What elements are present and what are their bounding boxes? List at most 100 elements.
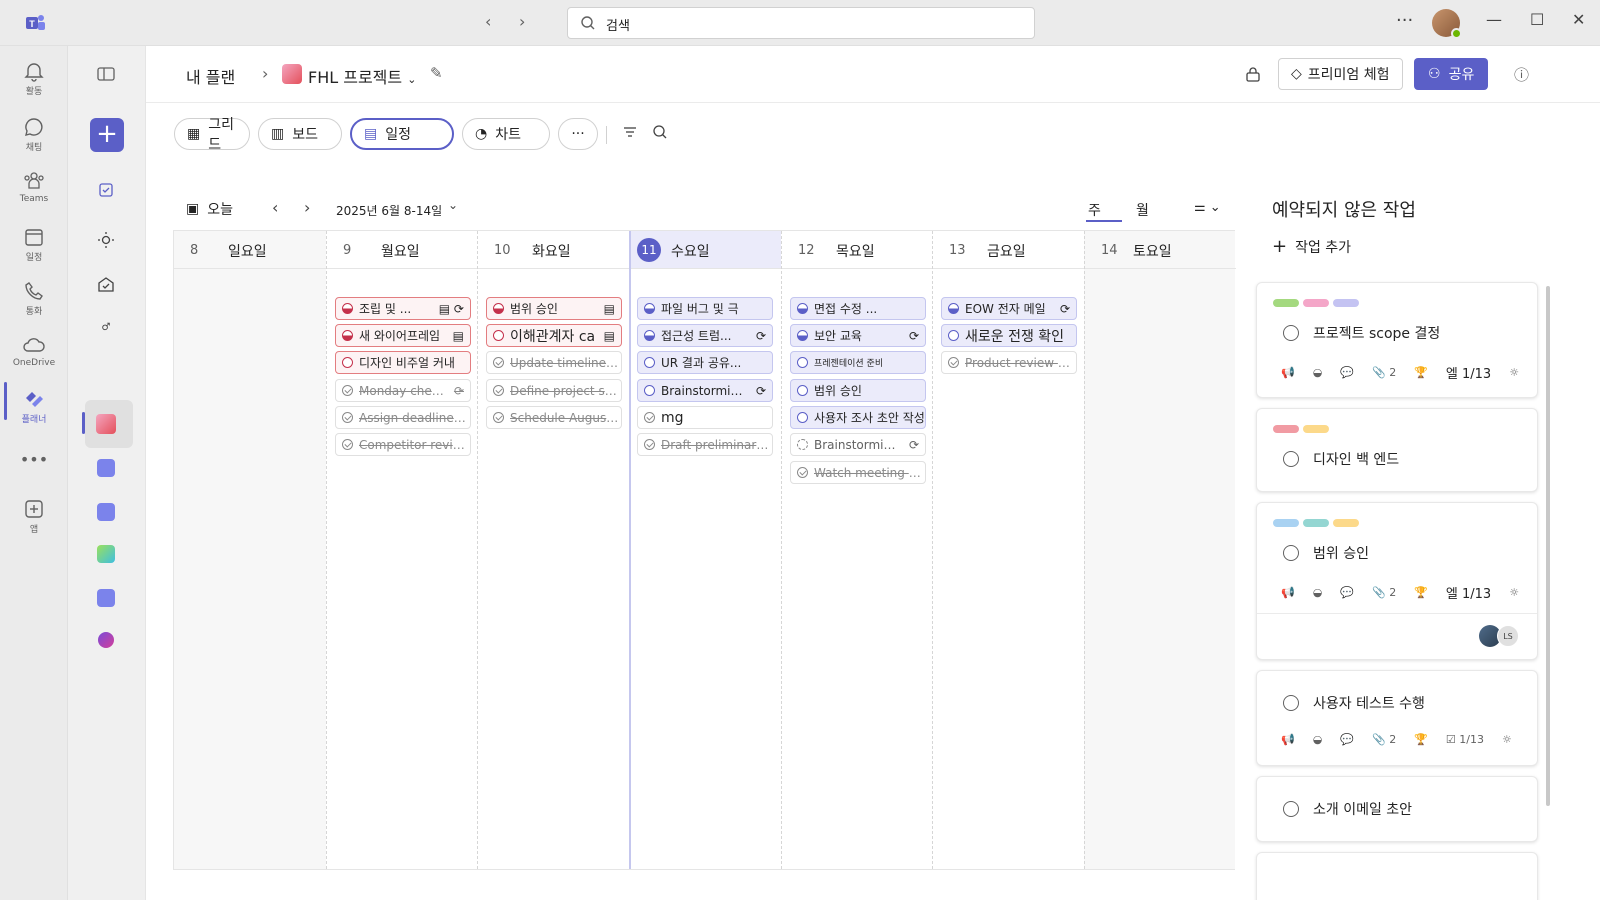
rail-apps[interactable]: 앱 — [0, 492, 68, 548]
rail-planner[interactable]: 플래너 — [0, 382, 68, 438]
plan-table-icon[interactable] — [90, 496, 122, 528]
collapse-panel-icon[interactable] — [90, 58, 122, 90]
task-card-unscheduled-partial[interactable] — [1256, 852, 1538, 900]
my-plans-icon[interactable]: ♂ — [90, 310, 122, 342]
today-button[interactable]: 오늘 — [207, 199, 233, 219]
task-title: Draft preliminary s... — [661, 437, 772, 452]
sun-icon[interactable] — [90, 224, 122, 256]
card-meta: 📢 ◒ 💬 📎 2 🏆 엘 1/13 ☼ — [1281, 363, 1519, 382]
task-card[interactable]: Competitor review... — [335, 433, 471, 456]
task-card[interactable]: 새 와이어프레임 ▤ — [335, 324, 471, 347]
my-day-icon[interactable] — [90, 174, 122, 206]
task-title: UR 결과 공유... — [661, 356, 742, 370]
copilot-icon[interactable] — [90, 624, 122, 656]
panel-scrollbar[interactable] — [1546, 286, 1550, 806]
plan-table-icon[interactable] — [90, 582, 122, 614]
task-card[interactable]: 새로운 전쟁 확인 — [941, 324, 1077, 347]
task-card[interactable]: 면접 수정 ... — [790, 297, 926, 320]
task-card[interactable]: UR 결과 공유... — [637, 351, 773, 374]
rail-label: 일정 — [25, 253, 43, 263]
task-card[interactable]: Update timelines f... — [486, 351, 622, 374]
filter-icon[interactable] — [622, 124, 638, 144]
task-card[interactable]: 이해관계자 ca ▤ — [486, 324, 622, 347]
rail-calendar[interactable]: 일정 — [0, 220, 68, 276]
tab-grid[interactable]: ▦ 그리드 — [174, 117, 250, 153]
complete-circle-icon[interactable] — [1283, 801, 1299, 817]
task-card[interactable]: 디자인 비주얼 커내 — [335, 351, 471, 374]
month-view-toggle[interactable]: 월 — [1136, 200, 1149, 220]
task-card-unscheduled[interactable]: 사용자 테스트 수행 📢 ◒ 💬 📎 2 🏆 ☑ 1/13 ☼ — [1256, 670, 1538, 766]
search-icon[interactable] — [652, 124, 668, 144]
task-card[interactable]: mg — [637, 406, 773, 429]
date-range[interactable]: 2025년 6월 8-14일 — [336, 202, 442, 219]
task-card[interactable]: EOW 전자 메일 ⟳ — [941, 297, 1077, 320]
task-card[interactable]: 파일 버그 및 극 — [637, 297, 773, 320]
pin-icon[interactable]: ✎ — [430, 64, 443, 82]
add-task-button[interactable]: + 작업 추가 — [1272, 236, 1351, 257]
day-name: 일요일 — [228, 244, 267, 260]
complete-circle-icon[interactable] — [1283, 325, 1299, 341]
project-title[interactable]: FHL 프로젝트 ⌄ — [308, 64, 416, 88]
apps-add-icon — [25, 500, 43, 518]
task-card[interactable]: 프레젠테이션 준비 — [790, 351, 926, 374]
plan-table-icon[interactable] — [90, 452, 122, 484]
completed-check-icon — [797, 467, 808, 478]
task-card[interactable]: 조립 및 ... ▤ ⟳ — [335, 297, 471, 320]
task-card[interactable]: 접근성 트럼... ⟳ — [637, 324, 773, 347]
user-avatar[interactable] — [1432, 9, 1462, 39]
task-card[interactable]: Define project stru... — [486, 379, 622, 402]
plan-paint-icon[interactable] — [90, 538, 122, 570]
forward-arrow-icon[interactable]: › — [519, 12, 525, 31]
rail-calls[interactable]: 통화 — [0, 274, 68, 330]
week-view-toggle[interactable]: 주 — [1088, 200, 1101, 220]
task-card-unscheduled[interactable]: 프로젝트 scope 결정 📢 ◒ 💬 📎 2 🏆 엘 1/13 ☼ — [1256, 282, 1538, 398]
close-icon[interactable]: ✕ — [1572, 10, 1585, 29]
task-card[interactable]: Schedule August d... — [486, 406, 622, 429]
new-plan-button[interactable]: + — [90, 118, 124, 152]
task-card[interactable]: 범위 승인 ▤ — [486, 297, 622, 320]
complete-circle-icon[interactable] — [1283, 695, 1299, 711]
task-card[interactable]: Assign deadlines a... — [335, 406, 471, 429]
task-card[interactable]: Watch meeting rec... — [790, 461, 926, 484]
tab-board[interactable]: ▥ 보드 — [258, 118, 342, 150]
settings-sliders-icon[interactable]: ⚌ ⌄ — [1194, 200, 1221, 215]
tab-more-button[interactable]: ··· — [558, 118, 598, 150]
rail-label: 활동 — [25, 87, 43, 97]
rail-activity[interactable]: 활동 — [0, 54, 68, 110]
rail-chat[interactable]: 채팅 — [0, 110, 68, 166]
search-box[interactable]: 검색 — [567, 7, 1035, 39]
day-name: 금요일 — [987, 244, 1026, 260]
rail-onedrive[interactable]: OneDrive — [0, 328, 68, 384]
task-card[interactable]: 보안 교육 ⟳ — [790, 324, 926, 347]
task-card[interactable]: Brainstorming... ⟳ — [637, 379, 773, 402]
breadcrumb-my-plans[interactable]: 내 플랜 — [186, 64, 235, 88]
task-card[interactable]: Monday check-... ⟳ — [335, 379, 471, 402]
task-card[interactable]: Product review deck — [941, 351, 1077, 374]
complete-circle-icon[interactable] — [1283, 451, 1299, 467]
search-icon — [581, 16, 595, 30]
planner-icon — [26, 392, 43, 407]
task-card[interactable]: 사용자 조사 초안 작성 — [790, 406, 926, 429]
more-options-icon[interactable]: ··· — [1396, 10, 1413, 31]
task-card[interactable]: 범위 승인 — [790, 379, 926, 402]
task-card[interactable]: Draft preliminary s... — [637, 433, 773, 456]
minimize-icon[interactable]: — — [1486, 10, 1502, 29]
label-chip — [1273, 425, 1299, 433]
task-card-unscheduled[interactable]: 소개 이메일 초안 — [1256, 776, 1538, 842]
prev-week-icon[interactable]: ‹ — [272, 198, 278, 217]
task-title: EOW 전자 메일 — [965, 302, 1046, 316]
maximize-icon[interactable]: ☐ — [1530, 10, 1544, 29]
next-week-icon[interactable]: › — [304, 198, 310, 217]
task-card-unscheduled[interactable]: 디자인 백 엔드 — [1256, 408, 1538, 492]
card-divider — [1257, 613, 1537, 614]
task-card[interactable]: Brainstorming... ⟳ — [790, 433, 926, 456]
chevron-down-icon[interactable]: ⌄ — [448, 198, 458, 212]
assigned-icon[interactable] — [90, 268, 122, 300]
back-arrow-icon[interactable]: ‹ — [485, 12, 491, 31]
task-card-unscheduled[interactable]: 범위 승인 📢 ◒ 💬 📎 2 🏆 엘 1/13 ☼ LS — [1256, 502, 1538, 660]
project-fhl-icon[interactable] — [90, 408, 122, 440]
rail-teams[interactable]: Teams — [0, 164, 68, 220]
tab-schedule[interactable]: ▤ 일정 — [350, 118, 454, 150]
tab-charts[interactable]: ◔ 차트 — [462, 118, 550, 150]
complete-circle-icon[interactable] — [1283, 545, 1299, 561]
